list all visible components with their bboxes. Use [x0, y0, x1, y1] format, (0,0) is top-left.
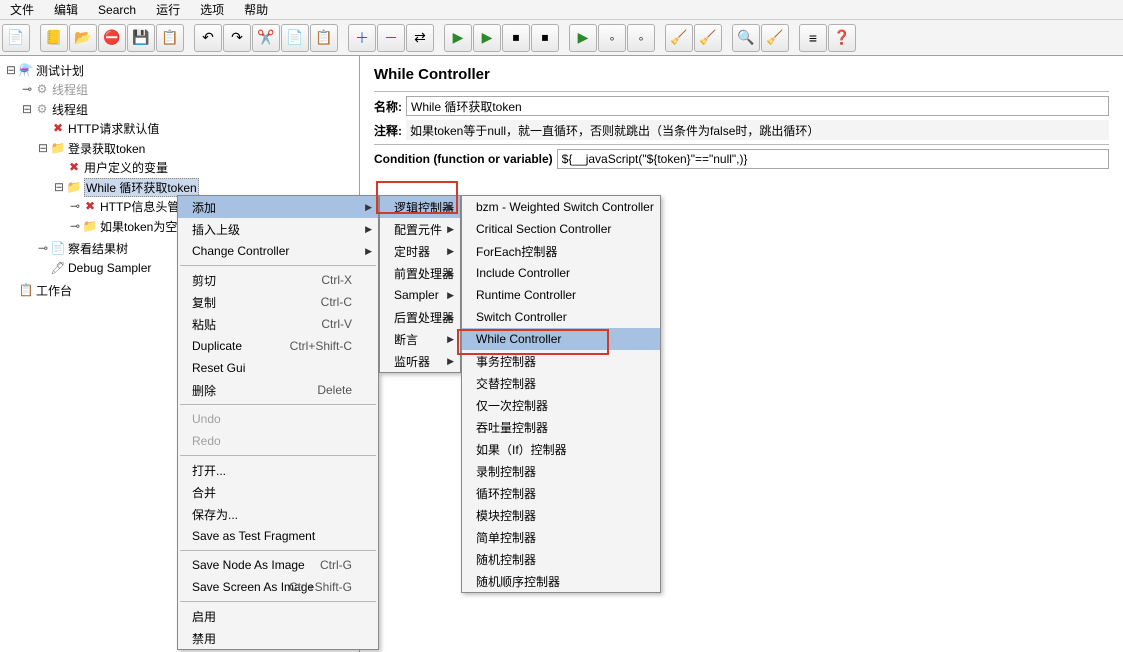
menu-item[interactable]: DuplicateCtrl+Shift-C	[178, 335, 378, 357]
collapse-icon[interactable]: －	[377, 24, 405, 52]
name-label: 名称:	[374, 98, 402, 115]
menu-item[interactable]: 合并	[178, 481, 378, 503]
menu-search[interactable]: Search	[88, 1, 146, 19]
toggle-icon[interactable]: ⇄	[406, 24, 434, 52]
clear-icon[interactable]: 🧹	[665, 24, 693, 52]
panel-title: While Controller	[374, 66, 1109, 83]
tree-http-defaults[interactable]: ✖HTTP请求默认值	[38, 119, 359, 137]
menu-item[interactable]: 模块控制器	[462, 504, 660, 526]
menu-item[interactable]: bzm - Weighted Switch Controller	[462, 196, 660, 218]
menu-item[interactable]: Save Screen As ImageCtrl+Shift-G	[178, 576, 378, 598]
menu-item[interactable]: 复制Ctrl-C	[178, 291, 378, 313]
menu-item[interactable]: 启用	[178, 605, 378, 627]
copy-icon[interactable]: 📄	[281, 24, 309, 52]
start-no-timers-icon[interactable]: ▶	[473, 24, 501, 52]
templates-icon[interactable]: 📒	[40, 24, 68, 52]
close-icon[interactable]: ⛔	[98, 24, 126, 52]
menu-edit[interactable]: 编辑	[44, 0, 88, 20]
menu-item[interactable]: Include Controller	[462, 262, 660, 284]
redo-icon[interactable]: ↷	[223, 24, 251, 52]
menu-item[interactable]: 添加▶	[178, 196, 378, 218]
menu-item[interactable]: 保存为...	[178, 503, 378, 525]
tree-while-controller[interactable]: ⊟📁While 循环获取token	[54, 178, 359, 196]
menu-item[interactable]: 删除Delete	[178, 379, 378, 401]
save-icon[interactable]: 💾	[127, 24, 155, 52]
start-icon[interactable]: ▶	[444, 24, 472, 52]
tree-login-folder[interactable]: ⊟📁登录获取token	[38, 139, 359, 157]
tree-thread-group-disabled[interactable]: ⊸⚙线程组	[22, 80, 359, 98]
remote-start-icon[interactable]: ▶	[569, 24, 597, 52]
menu-item[interactable]: 交替控制器	[462, 372, 660, 394]
menu-item[interactable]: Reset Gui	[178, 357, 378, 379]
expand-icon[interactable]: ＋	[348, 24, 376, 52]
menu-item[interactable]: 仅一次控制器	[462, 394, 660, 416]
menu-item[interactable]: 前置处理器▶	[380, 262, 460, 284]
menu-item[interactable]: 随机控制器	[462, 548, 660, 570]
menu-file[interactable]: 文件	[0, 0, 44, 20]
menu-item[interactable]: 如果（If）控制器	[462, 438, 660, 460]
menu-item[interactable]: Critical Section Controller	[462, 218, 660, 240]
save-as-icon[interactable]: 📋	[156, 24, 184, 52]
menu-item[interactable]: 打开...	[178, 459, 378, 481]
reset-search-icon[interactable]: 🧹	[761, 24, 789, 52]
menu-item[interactable]: Save as Test Fragment	[178, 525, 378, 547]
menu-item[interactable]: Runtime Controller	[462, 284, 660, 306]
name-input[interactable]	[406, 96, 1109, 116]
paste-icon[interactable]: 📋	[310, 24, 338, 52]
remote-shutdown-icon[interactable]: ◦	[627, 24, 655, 52]
help-icon[interactable]: ❓	[828, 24, 856, 52]
comment-label: 注释:	[374, 122, 402, 139]
menu-item[interactable]: 后置处理器▶	[380, 306, 460, 328]
menu-item[interactable]: 禁用	[178, 627, 378, 649]
menu-options[interactable]: 选项	[190, 0, 234, 20]
menu-item[interactable]: 简单控制器	[462, 526, 660, 548]
menu-item[interactable]: Switch Controller	[462, 306, 660, 328]
menu-item[interactable]: While Controller	[462, 328, 660, 350]
toolbar: 📄 📒 📂 ⛔ 💾 📋 ↶ ↷ ✂️ 📄 📋 ＋ － ⇄ ▶ ▶ ⏹ ⏹ ▶ ◦…	[0, 20, 1123, 56]
menu-item[interactable]: 剪切Ctrl-X	[178, 269, 378, 291]
menu-item[interactable]: 逻辑控制器▶	[380, 196, 460, 218]
menu-item[interactable]: Undo	[178, 408, 378, 430]
tree-thread-group[interactable]: ⊟⚙线程组	[22, 100, 359, 118]
menu-item[interactable]: 录制控制器	[462, 460, 660, 482]
menu-item[interactable]: 吞吐量控制器	[462, 416, 660, 438]
menu-item[interactable]: Save Node As ImageCtrl-G	[178, 554, 378, 576]
menu-item[interactable]: 监听器▶	[380, 350, 460, 372]
stop-icon[interactable]: ⏹	[502, 24, 530, 52]
submenu-add[interactable]: 逻辑控制器▶配置元件▶定时器▶前置处理器▶Sampler▶后置处理器▶断言▶监听…	[379, 195, 461, 373]
shutdown-icon[interactable]: ⏹	[531, 24, 559, 52]
menu-item[interactable]: Redo	[178, 430, 378, 452]
tree-user-vars[interactable]: ✖用户定义的变量	[54, 158, 359, 176]
search-icon[interactable]: 🔍	[732, 24, 760, 52]
menu-item[interactable]: 断言▶	[380, 328, 460, 350]
menu-item[interactable]: 随机顺序控制器	[462, 570, 660, 592]
undo-icon[interactable]: ↶	[194, 24, 222, 52]
open-icon[interactable]: 📂	[69, 24, 97, 52]
menu-item[interactable]: 事务控制器	[462, 350, 660, 372]
new-icon[interactable]: 📄	[2, 24, 30, 52]
cut-icon[interactable]: ✂️	[252, 24, 280, 52]
menu-item[interactable]: ForEach控制器	[462, 240, 660, 262]
menu-item[interactable]: 循环控制器	[462, 482, 660, 504]
menu-item[interactable]: Change Controller▶	[178, 240, 378, 262]
condition-label: Condition (function or variable)	[374, 152, 553, 166]
menu-item[interactable]: 插入上级▶	[178, 218, 378, 240]
comment-value	[406, 120, 1109, 140]
condition-input[interactable]	[557, 149, 1109, 169]
menu-bar: 文件 编辑 Search 运行 选项 帮助	[0, 0, 1123, 20]
function-helper-icon[interactable]: ≡	[799, 24, 827, 52]
submenu-logic-controller[interactable]: bzm - Weighted Switch ControllerCritical…	[461, 195, 661, 593]
menu-item[interactable]: 定时器▶	[380, 240, 460, 262]
menu-item[interactable]: Sampler▶	[380, 284, 460, 306]
menu-item[interactable]: 配置元件▶	[380, 218, 460, 240]
remote-stop-icon[interactable]: ◦	[598, 24, 626, 52]
menu-help[interactable]: 帮助	[234, 0, 278, 20]
context-menu[interactable]: 添加▶插入上级▶Change Controller▶ 剪切Ctrl-X复制Ctrl…	[177, 195, 379, 650]
menu-item[interactable]: 粘贴Ctrl-V	[178, 313, 378, 335]
menu-run[interactable]: 运行	[146, 0, 190, 20]
tree-root[interactable]: ⊟⚗️测试计划	[6, 61, 359, 79]
clear-all-icon[interactable]: 🧹	[694, 24, 722, 52]
